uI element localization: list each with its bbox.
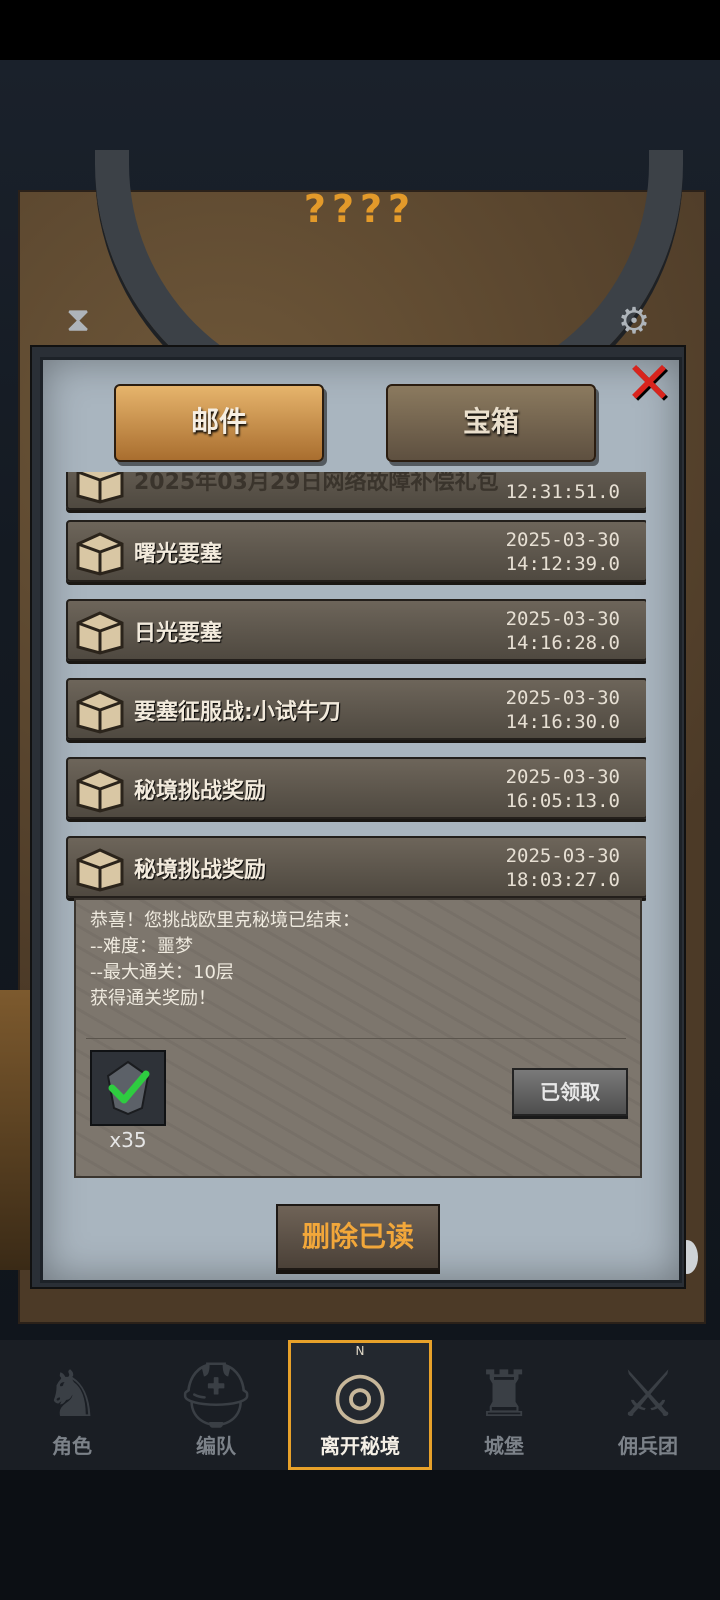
nav-item-leave-realm[interactable]: N ◎ 离开秘境 — [288, 1340, 432, 1470]
nav-label: 离开秘境 — [320, 1434, 400, 1458]
map-title: ???? — [303, 187, 417, 231]
compass-icon: ◎ — [332, 1358, 388, 1432]
compass-north-label: N — [355, 1344, 365, 1358]
mail-date: 2025-03-30 — [505, 608, 620, 630]
delete-read-button[interactable]: 删除已读 — [276, 1204, 440, 1270]
mail-list[interactable]: 2025年03月29日网络故障补偿礼包 12:31:51.0 曙光要塞 2025… — [66, 472, 646, 902]
tab-chest[interactable]: 宝箱 — [386, 384, 596, 462]
mail-title: 日光要塞 — [134, 621, 223, 646]
mail-date: 2025-03-30 — [505, 529, 620, 551]
chest-icon — [76, 472, 124, 504]
bottom-bar — [0, 1470, 720, 1600]
tab-mail[interactable]: 邮件 — [114, 384, 324, 462]
mail-datetime: 2025-03-30 18:03:27.0 — [506, 844, 620, 892]
gem-icon — [106, 1060, 150, 1116]
mail-date: 2025-03-30 — [505, 687, 620, 709]
mail-row-selected[interactable]: 秘境挑战奖励 2025-03-30 18:03:27.0 — [66, 836, 646, 898]
mail-row[interactable]: 2025年03月29日网络故障补偿礼包 12:31:51.0 — [66, 472, 646, 510]
mail-title: 要塞征服战:小试牛刀 — [134, 700, 341, 725]
nav-label: 角色 — [52, 1434, 92, 1458]
mail-time: 14:16:28.0 — [505, 632, 620, 654]
divider — [86, 1038, 626, 1039]
mail-datetime: 2025-03-30 14:12:39.0 — [506, 528, 620, 576]
mail-time: 14:16:30.0 — [505, 711, 620, 733]
mail-datetime: 2025-03-30 14:16:30.0 — [506, 686, 620, 734]
side-widgets[interactable] — [0, 990, 30, 1270]
chest-icon — [76, 769, 124, 813]
nav-item-formation[interactable]: ⛑ 编队 — [144, 1340, 288, 1470]
mail-title: 秘境挑战奖励 — [134, 779, 267, 804]
mail-time: 18:03:27.0 — [505, 869, 620, 891]
mail-row[interactable]: 曙光要塞 2025-03-30 14:12:39.0 — [66, 520, 646, 582]
mail-row[interactable]: 要塞征服战:小试牛刀 2025-03-30 14:16:30.0 — [66, 678, 646, 740]
chest-icon — [76, 532, 124, 576]
nav-label: 佣兵团 — [618, 1434, 678, 1458]
reward-count: x35 — [109, 1128, 147, 1152]
mail-time: 14:12:39.0 — [505, 553, 620, 575]
helmet-icon: ⛑ — [175, 1359, 257, 1433]
mail-date: 2025-03-30 — [505, 766, 620, 788]
mail-row[interactable]: 日光要塞 2025-03-30 14:16:28.0 — [66, 599, 646, 661]
reward-item[interactable]: x35 — [90, 1050, 166, 1152]
hourglass-icon[interactable]: ⧗ — [38, 290, 118, 350]
status-bar — [0, 0, 720, 60]
mail-time: 16:05:13.0 — [505, 790, 620, 812]
knight-icon: ♞ — [43, 1358, 101, 1432]
mail-datetime: 2025-03-30 14:16:28.0 — [506, 607, 620, 655]
mail-title: 曙光要塞 — [134, 542, 223, 567]
mail-title: 秘境挑战奖励 — [134, 858, 267, 883]
nav-label: 城堡 — [484, 1434, 524, 1458]
bottom-nav: ♞ 角色 ⛑ 编队 N ◎ 离开秘境 ♜ 城堡 ⚔ 佣兵团 — [0, 1340, 720, 1470]
gear-icon[interactable]: ⚙ — [594, 292, 674, 352]
castle-icon: ♜ — [475, 1358, 533, 1432]
mail-title: 2025年03月29日网络故障补偿礼包 — [134, 472, 499, 495]
mail-detail: 恭喜！您挑战欧里克秘境已结束： --难度：噩梦 --最大通关：10层 获得通关奖… — [74, 898, 642, 1178]
close-icon[interactable]: ✕ — [618, 352, 680, 414]
mail-datetime: 2025-03-30 16:05:13.0 — [506, 765, 620, 813]
nav-item-castle[interactable]: ♜ 城堡 — [432, 1340, 576, 1470]
nav-item-character[interactable]: ♞ 角色 — [0, 1340, 144, 1470]
chest-icon — [76, 848, 124, 892]
mail-date: 2025-03-30 — [505, 845, 620, 867]
chest-icon — [76, 611, 124, 655]
mail-row[interactable]: 秘境挑战奖励 2025-03-30 16:05:13.0 — [66, 757, 646, 819]
chest-icon — [76, 690, 124, 734]
mail-time: 12:31:51.0 — [505, 481, 620, 503]
mail-message: 恭喜！您挑战欧里克秘境已结束： --难度：噩梦 --最大通关：10层 获得通关奖… — [90, 910, 360, 1009]
claimed-button[interactable]: 已领取 — [512, 1068, 628, 1116]
nav-item-mercenary[interactable]: ⚔ 佣兵团 — [576, 1340, 720, 1470]
mercenary-icon: ⚔ — [619, 1358, 677, 1432]
nav-label: 编队 — [196, 1434, 236, 1458]
